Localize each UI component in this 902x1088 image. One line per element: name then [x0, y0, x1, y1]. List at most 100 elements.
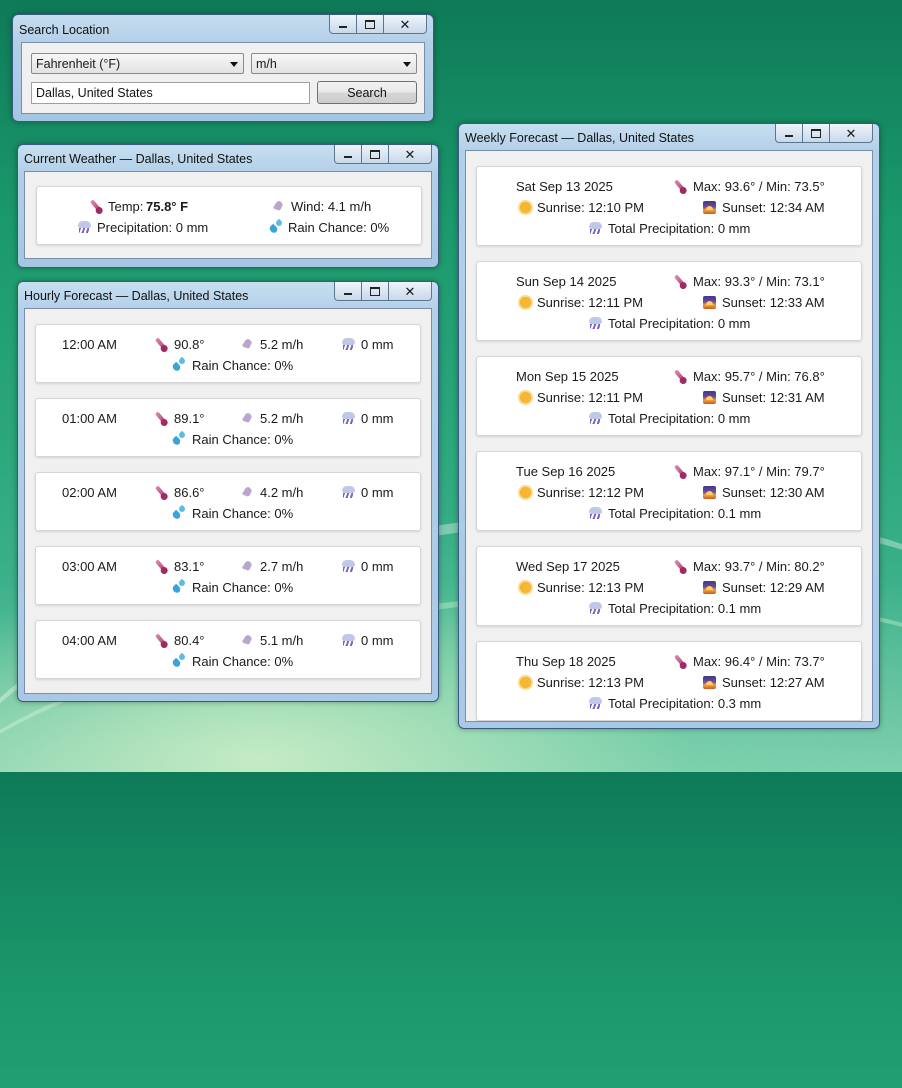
temp-label: Temp: — [108, 199, 144, 214]
day-date: Sun Sep 14 2025 — [516, 274, 617, 289]
hour-precip: 0 mm — [361, 337, 394, 352]
window-controls: ✕ — [334, 145, 432, 165]
rain-cloud-icon — [77, 220, 92, 234]
thermometer-icon — [154, 633, 168, 647]
chevron-down-icon — [403, 62, 411, 67]
thermometer-icon — [673, 464, 687, 478]
hour-time: 03:00 AM — [62, 559, 117, 574]
sun-icon — [520, 487, 531, 498]
day-date: Tue Sep 16 2025 — [516, 464, 616, 479]
current-weather-window: Current Weather — Dallas, United States … — [17, 144, 439, 268]
daily-card: Tue Sep 16 2025 Max: 97.1° / Min: 79.7° … — [476, 451, 862, 531]
hour-time: 12:00 AM — [62, 337, 117, 352]
hour-temp: 89.1° — [174, 411, 205, 426]
day-total-precip: Total Precipitation: 0.1 mm — [608, 506, 762, 521]
hour-wind: 5.1 m/h — [260, 633, 304, 648]
hour-wind: 5.2 m/h — [260, 337, 304, 352]
rain-cloud-icon — [341, 337, 356, 351]
window-controls: ✕ — [329, 15, 427, 35]
hourly-card: 01:00 AM 89.1° 5.2 m/h 0 mm Rain Chance:… — [35, 398, 421, 457]
hour-time: 02:00 AM — [62, 485, 117, 500]
day-sunset: Sunset: 12:29 AM — [722, 580, 825, 595]
speed-unit-select[interactable]: m/h — [251, 53, 417, 74]
temperature-unit-value: Fahrenheit (°F) — [36, 57, 121, 71]
window-controls: ✕ — [775, 124, 873, 144]
hour-rain-chance: Rain Chance: 0% — [192, 580, 294, 595]
minimize-button[interactable] — [334, 282, 362, 301]
hour-wind: 2.7 m/h — [260, 559, 304, 574]
minimize-button[interactable] — [775, 124, 803, 143]
search-client-area: Fahrenheit (°F) m/h Search — [21, 42, 425, 114]
day-max-min: Max: 93.7° / Min: 80.2° — [693, 559, 825, 574]
day-sunset: Sunset: 12:33 AM — [722, 295, 825, 310]
day-sunrise: Sunrise: 12:12 PM — [537, 485, 644, 500]
hour-time: 04:00 AM — [62, 633, 117, 648]
hour-time: 01:00 AM — [62, 411, 117, 426]
maximize-button[interactable] — [362, 145, 389, 164]
wind-icon — [240, 559, 254, 573]
day-sunrise: Sunrise: 12:11 PM — [537, 295, 643, 310]
wind-icon — [271, 199, 285, 213]
daily-card: Sat Sep 13 2025 Max: 93.6° / Min: 73.5° … — [476, 166, 862, 246]
day-sunset: Sunset: 12:30 AM — [722, 485, 825, 500]
sunset-icon — [703, 676, 716, 689]
maximize-button[interactable] — [362, 282, 389, 301]
close-button[interactable]: ✕ — [830, 124, 873, 143]
location-input[interactable] — [31, 82, 310, 104]
current-weather-card: Temp: 75.8° F Wind: 4.1 m/h Precipitatio… — [36, 186, 422, 245]
hourly-card: 12:00 AM 90.8° 5.2 m/h 0 mm Rain Chance:… — [35, 324, 421, 383]
search-button[interactable]: Search — [317, 81, 417, 104]
close-icon: ✕ — [399, 16, 411, 32]
speed-unit-value: m/h — [256, 57, 277, 71]
rain-cloud-icon — [588, 506, 603, 520]
hour-precip: 0 mm — [361, 559, 394, 574]
hour-rain-chance: Rain Chance: 0% — [192, 506, 294, 521]
day-sunrise: Sunrise: 12:13 PM — [537, 580, 644, 595]
minimize-button[interactable] — [334, 145, 362, 164]
weekly-client-area: Sat Sep 13 2025 Max: 93.6° / Min: 73.5° … — [465, 150, 873, 722]
hourly-card: 04:00 AM 80.4° 5.1 m/h 0 mm Rain Chance:… — [35, 620, 421, 679]
maximize-icon — [370, 149, 380, 159]
day-sunrise: Sunrise: 12:10 PM — [537, 200, 644, 215]
chevron-down-icon — [230, 62, 238, 67]
maximize-button[interactable] — [803, 124, 830, 143]
hour-rain-chance: Rain Chance: 0% — [192, 432, 294, 447]
maximize-button[interactable] — [357, 15, 384, 34]
day-sunset: Sunset: 12:34 AM — [722, 200, 825, 215]
day-date: Sat Sep 13 2025 — [516, 179, 613, 194]
daily-card: Thu Sep 18 2025 Max: 96.4° / Min: 73.7° … — [476, 641, 862, 721]
thermometer-icon — [673, 274, 687, 288]
hour-precip: 0 mm — [361, 633, 394, 648]
minimize-icon — [344, 156, 352, 158]
thermometer-icon — [673, 654, 687, 668]
rain-cloud-icon — [341, 411, 356, 425]
sun-icon — [520, 582, 531, 593]
temperature-unit-select[interactable]: Fahrenheit (°F) — [31, 53, 244, 74]
rain-chance-value: Rain Chance: 0% — [288, 220, 390, 235]
temp-value: 75.8° F — [146, 199, 189, 214]
rain-cloud-icon — [588, 601, 603, 615]
day-total-precip: Total Precipitation: 0.1 mm — [608, 601, 762, 616]
weekly-forecast-window: Weekly Forecast — Dallas, United States … — [458, 123, 880, 729]
sun-icon — [520, 677, 531, 688]
daily-card: Sun Sep 14 2025 Max: 93.3° / Min: 73.1° … — [476, 261, 862, 341]
day-max-min: Max: 93.3° / Min: 73.1° — [693, 274, 825, 289]
rain-cloud-icon — [341, 485, 356, 499]
minimize-button[interactable] — [329, 15, 357, 34]
close-button[interactable]: ✕ — [384, 15, 427, 34]
day-sunset: Sunset: 12:27 AM — [722, 675, 825, 690]
day-total-precip: Total Precipitation: 0 mm — [608, 316, 751, 331]
thermometer-icon — [154, 485, 168, 499]
close-button[interactable]: ✕ — [389, 282, 432, 301]
close-icon: ✕ — [404, 146, 416, 162]
sun-icon — [520, 392, 531, 403]
wind-icon — [240, 411, 254, 425]
hour-temp: 80.4° — [174, 633, 205, 648]
thermometer-icon — [154, 411, 168, 425]
day-sunrise: Sunrise: 12:11 PM — [537, 390, 643, 405]
hour-wind: 5.2 m/h — [260, 411, 304, 426]
hour-rain-chance: Rain Chance: 0% — [192, 358, 294, 373]
window-title: Current Weather — Dallas, United States — [24, 152, 253, 166]
thermometer-icon — [673, 369, 687, 383]
close-button[interactable]: ✕ — [389, 145, 432, 164]
